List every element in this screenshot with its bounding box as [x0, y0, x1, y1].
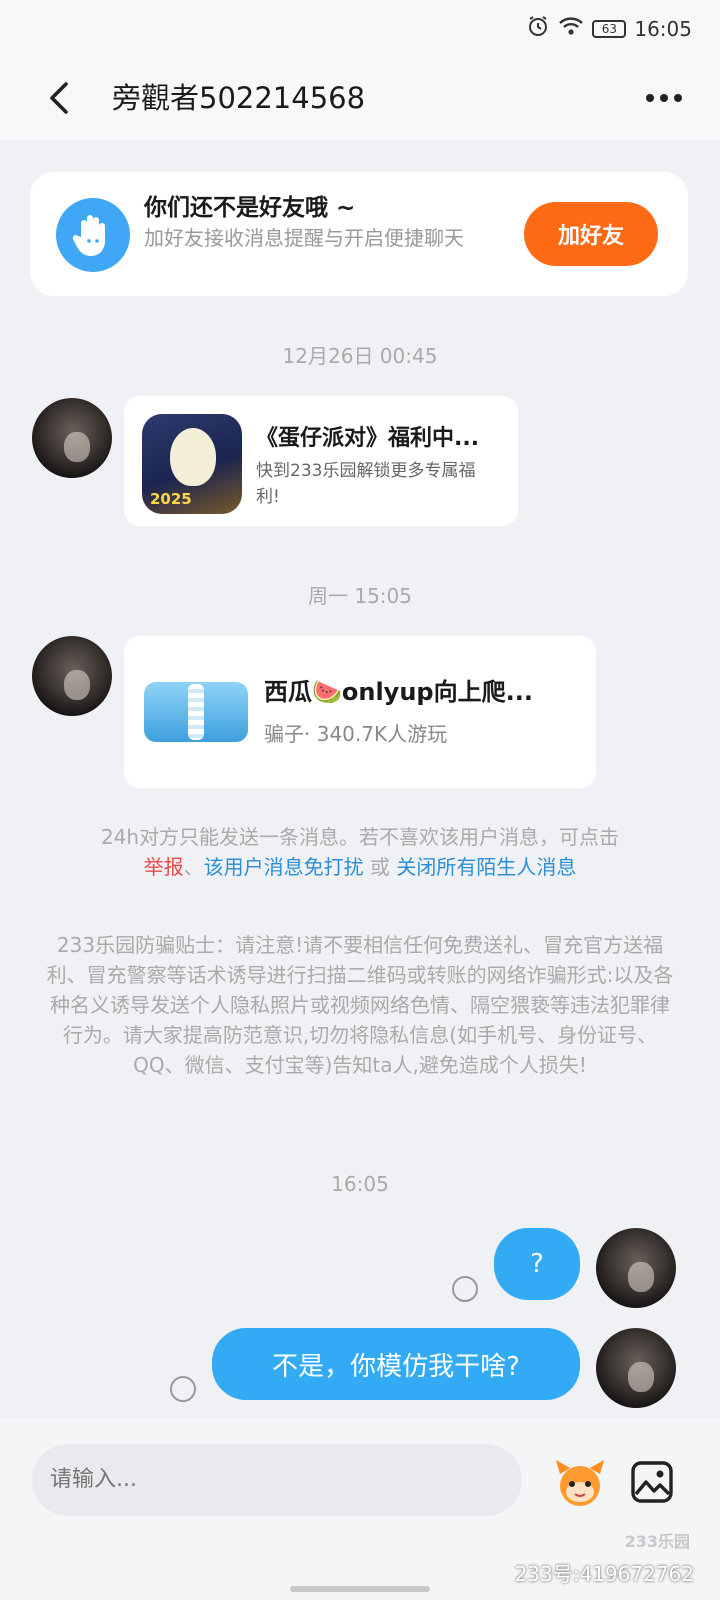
- friend-prompt-subtitle: 加好友接收消息提醒与开启便捷聊天: [144, 226, 464, 250]
- message-timestamp: 16:05: [331, 1172, 389, 1196]
- dot-icon: [660, 94, 668, 102]
- battery-indicator: 63: [592, 19, 627, 38]
- unread-status-icon: [170, 1376, 196, 1402]
- close-stranger-messages-link[interactable]: 关闭所有陌生人消息: [396, 855, 576, 879]
- contact-avatar[interactable]: [32, 636, 112, 716]
- chevron-left-icon: [50, 82, 68, 114]
- watermark-logo: 233乐园: [624, 1532, 690, 1551]
- message-timestamp: 12月26日 00:45: [282, 344, 438, 368]
- dot-icon: [674, 94, 682, 102]
- home-indicator[interactable]: [290, 1586, 430, 1592]
- report-link[interactable]: 举报: [144, 855, 184, 879]
- contact-avatar[interactable]: [32, 398, 112, 478]
- add-friend-button[interactable]: 加好友: [524, 202, 658, 266]
- chat-title: 旁觀者502214568: [112, 81, 366, 115]
- alarm-icon: [526, 14, 550, 43]
- hand-wave-icon: [56, 198, 130, 272]
- game-icon-eggy-party: 2025: [142, 414, 242, 514]
- back-button[interactable]: [36, 74, 84, 122]
- sent-message-bubble[interactable]: ?: [494, 1228, 580, 1300]
- my-avatar[interactable]: [596, 1228, 676, 1308]
- game-share-card[interactable]: 2025 《蛋仔派对》福利中... 快到233乐园解锁更多专属福利!: [124, 396, 518, 526]
- clock: 16:05: [634, 16, 692, 41]
- game-card-title: 《蛋仔派对》福利中...: [256, 426, 480, 451]
- dot-icon: [646, 94, 654, 102]
- game-share-card[interactable]: 西瓜🍉onlyup向上爬... 骗子· 340.7K人游玩: [124, 636, 596, 788]
- my-avatar[interactable]: [596, 1328, 676, 1408]
- chat-header: 旁觀者502214568: [0, 56, 720, 140]
- sent-message-bubble[interactable]: 不是，你模仿我干啥?: [212, 1328, 580, 1400]
- watermark-id: 233号:419672762: [514, 1562, 694, 1586]
- image-button[interactable]: [628, 1458, 676, 1506]
- game-card-subtitle: 骗子· 340.7K人游玩: [264, 722, 448, 746]
- message-input-bar: 233乐园 233号:419672762: [0, 1418, 720, 1600]
- notice-text: 24h对方只能发送一条消息。若不喜欢该用户消息，可点击: [100, 825, 620, 849]
- message-input[interactable]: [32, 1444, 522, 1516]
- friend-prompt-card: 你们还不是好友哦 ~ 加好友接收消息提醒与开启便捷聊天 加好友: [30, 172, 688, 296]
- unread-status-icon: [452, 1276, 478, 1302]
- game-card-title: 西瓜🍉onlyup向上爬...: [264, 678, 533, 706]
- anti-scam-warning: 233乐园防骗贴士：请注意!请不要相信任何免费送礼、冒充官方送福利、冒充警察等话…: [46, 933, 674, 1077]
- message-timestamp: 周一 15:05: [308, 584, 412, 608]
- game-icon-only-up: [144, 682, 248, 742]
- notice-separator: 、: [183, 855, 204, 879]
- more-options-button[interactable]: [636, 74, 692, 122]
- image-icon: [631, 1461, 673, 1503]
- emoji-button[interactable]: [552, 1454, 608, 1510]
- wifi-icon: [558, 15, 584, 42]
- mute-user-link[interactable]: 该用户消息免打扰: [204, 855, 364, 879]
- notice-or: 或: [363, 855, 397, 879]
- mascot-emoji-icon: [556, 1460, 604, 1506]
- stranger-message-notice: 24h对方只能发送一条消息。若不喜欢该用户消息，可点击 举报、该用户消息免打扰 …: [40, 822, 680, 882]
- game-card-description: 快到233乐园解锁更多专属福利!: [256, 461, 476, 507]
- status-bar: 63 16:05: [0, 0, 720, 56]
- friend-prompt-title: 你们还不是好友哦 ~: [144, 195, 356, 221]
